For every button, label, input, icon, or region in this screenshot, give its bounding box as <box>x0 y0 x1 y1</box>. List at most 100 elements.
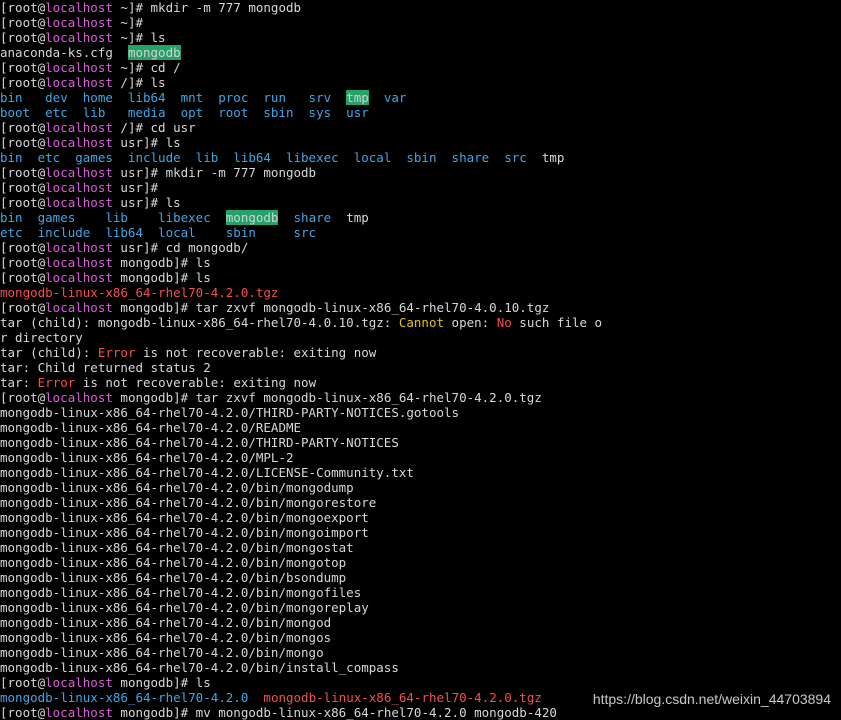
terminal-text: usr]# ls <box>112 195 181 210</box>
hostname-text: localhost <box>45 255 113 270</box>
terminal-line: [root@localhost ~]# <box>0 15 841 30</box>
terminal-line: [root@localhost usr]# <box>0 180 841 195</box>
hostname-text: localhost <box>45 15 113 30</box>
terminal-text: mongodb]# tar zxvf mongodb-linux-x86_64-… <box>112 300 550 315</box>
terminal-text: tar (child): mongodb-linux-x86_64-rhel70… <box>0 315 399 330</box>
terminal-line: tar: Error is not recoverable: exiting n… <box>0 375 841 390</box>
terminal-text: usr]# <box>112 180 159 195</box>
terminal-text: mongodb-linux-x86_64-rhel70-4.2.0/THIRD-… <box>0 405 460 420</box>
terminal-text: usr]# ls <box>112 135 181 150</box>
terminal-text: anaconda-ks.cfg <box>0 45 128 60</box>
terminal-line: [root@localhost mongodb]# tar zxvf mongo… <box>0 300 841 315</box>
terminal-line: anaconda-ks.cfg mongodb <box>0 45 841 60</box>
terminal-text: [root@ <box>0 120 46 135</box>
terminal-line: boot etc lib media opt root sbin sys usr <box>0 105 841 120</box>
terminal-line: [root@localhost mongodb]# ls <box>0 675 841 690</box>
terminal-line: mongodb-linux-x86_64-rhel70-4.2.0/bin/in… <box>0 660 841 675</box>
terminal-text: mongodb]# ls <box>112 675 211 690</box>
terminal-line: [root@localhost usr]# ls <box>0 195 841 210</box>
terminal-line: etc include lib64 local sbin src <box>0 225 841 240</box>
terminal-text: r directory <box>0 330 83 345</box>
hostname-text: localhost <box>45 300 113 315</box>
terminal-text: mongodb-linux-x86_64-rhel70-4.2.0/bin/mo… <box>0 600 369 615</box>
terminal-text: tmp <box>541 150 565 165</box>
hostname-text: localhost <box>45 270 113 285</box>
terminal-text: mongodb-linux-x86_64-rhel70-4.2.0/bin/mo… <box>0 585 362 600</box>
directory-listing: mongodb-linux-x86_64-rhel70-4.2.0 <box>0 690 249 705</box>
terminal-text: mongodb-linux-x86_64-rhel70-4.2.0/bin/in… <box>0 660 399 675</box>
terminal-text: mongodb-linux-x86_64-rhel70-4.2.0/bin/mo… <box>0 510 369 525</box>
terminal-output[interactable]: [root@localhost ~]# mkdir -m 777 mongodb… <box>0 0 841 720</box>
terminal-text: [root@ <box>0 180 46 195</box>
hostname-text: localhost <box>45 390 113 405</box>
error-keyword: Error <box>37 375 76 390</box>
hostname-text: localhost <box>45 240 113 255</box>
terminal-text: mongodb-linux-x86_64-rhel70-4.2.0/bin/mo… <box>0 630 332 645</box>
error-keyword: Error <box>97 345 136 360</box>
hostname-text: localhost <box>45 30 113 45</box>
hostname-text: localhost <box>45 705 113 720</box>
terminal-line: [root@localhost /]# ls <box>0 75 841 90</box>
terminal-text: usr]# cd mongodb/ <box>112 240 249 255</box>
directory-listing: var <box>368 90 407 105</box>
terminal-text: tmp <box>346 210 369 225</box>
terminal-text: ~]# cd / <box>112 60 181 75</box>
terminal-line: mongodb-linux-x86_64-rhel70-4.2.0/THIRD-… <box>0 405 841 420</box>
terminal-text: mongodb-linux-x86_64-rhel70-4.2.0/bin/mo… <box>0 525 369 540</box>
terminal-text: [root@ <box>0 15 46 30</box>
terminal-line: bin dev home lib64 mnt proc run srv tmp … <box>0 90 841 105</box>
terminal-text: tar: Child returned status 2 <box>0 360 211 375</box>
terminal-text: usr]# mkdir -m 777 mongodb <box>112 165 317 180</box>
terminal-line: [root@localhost ~]# cd / <box>0 60 841 75</box>
terminal-text: mongodb-linux-x86_64-rhel70-4.2.0/bin/mo… <box>0 555 347 570</box>
terminal-text: [root@ <box>0 135 46 150</box>
terminal-text: ~]# mkdir -m 777 mongodb <box>112 0 302 15</box>
directory-listing: bin etc games include lib lib64 libexec … <box>0 150 542 165</box>
highlighted-entry: mongodb <box>127 45 181 60</box>
terminal-line: bin games lib libexec mongodb share tmp <box>0 210 841 225</box>
terminal-line: mongodb-linux-x86_64-rhel70-4.2.0/THIRD-… <box>0 435 841 450</box>
terminal-line: mongodb-linux-x86_64-rhel70-4.2.0/bin/mo… <box>0 540 841 555</box>
terminal-text: mongodb]# ls <box>112 255 211 270</box>
terminal-line: tar: Child returned status 2 <box>0 360 841 375</box>
terminal-line: r directory <box>0 330 841 345</box>
terminal-line: tar (child): mongodb-linux-x86_64-rhel70… <box>0 315 841 330</box>
terminal-text: mongodb-linux-x86_64-rhel70-4.2.0/THIRD-… <box>0 435 399 450</box>
terminal-line: mongodb-linux-x86_64-rhel70-4.2.0/bin/bs… <box>0 570 841 585</box>
highlighted-entry: tmp <box>346 90 369 105</box>
directory-listing: boot etc lib media opt root sbin sys usr <box>0 105 369 120</box>
terminal-line: bin etc games include lib lib64 libexec … <box>0 150 841 165</box>
terminal-line: [root@localhost /]# cd usr <box>0 120 841 135</box>
terminal-text: mongodb]# tar zxvf mongodb-linux-x86_64-… <box>112 390 542 405</box>
terminal-line: mongodb-linux-x86_64-rhel70-4.2.0/bin/mo… <box>0 480 841 495</box>
terminal-line: [root@localhost ~]# mkdir -m 777 mongodb <box>0 0 841 15</box>
hostname-text: localhost <box>45 0 113 15</box>
terminal-text: tar: <box>0 375 38 390</box>
terminal-text: [root@ <box>0 60 46 75</box>
directory-listing: etc include lib64 local sbin src <box>0 225 317 240</box>
terminal-line: [root@localhost usr]# cd mongodb/ <box>0 240 841 255</box>
terminal-text: mongodb-linux-x86_64-rhel70-4.2.0/bin/mo… <box>0 495 377 510</box>
terminal-text: /]# ls <box>112 75 166 90</box>
terminal-text: ~]# <box>112 15 143 30</box>
terminal-text: [root@ <box>0 75 46 90</box>
terminal-line: [root@localhost mongodb]# mv mongodb-lin… <box>0 705 841 720</box>
terminal-text: tar (child): <box>0 345 98 360</box>
terminal-line: mongodb-linux-x86_64-rhel70-4.2.0/bin/mo… <box>0 510 841 525</box>
terminal-line: mongodb-linux-x86_64-rhel70-4.2.0/bin/mo… <box>0 585 841 600</box>
terminal-line: mongodb-linux-x86_64-rhel70-4.2.0/bin/mo… <box>0 600 841 615</box>
terminal-text: ~]# ls <box>112 30 166 45</box>
terminal-text: mongodb]# mv mongodb-linux-x86_64-rhel70… <box>112 705 557 720</box>
terminal-line: [root@localhost mongodb]# ls <box>0 255 841 270</box>
error-keyword: Cannot <box>398 315 445 330</box>
terminal-text: mongodb-linux-x86_64-rhel70-4.2.0/bin/mo… <box>0 645 324 660</box>
terminal-text: is not recoverable: exiting now <box>135 345 377 360</box>
terminal-text: [root@ <box>0 255 46 270</box>
terminal-text: mongodb-linux-x86_64-rhel70-4.2.0/LICENS… <box>0 465 414 480</box>
terminal-text: [root@ <box>0 240 46 255</box>
terminal-line: [root@localhost mongodb]# ls <box>0 270 841 285</box>
terminal-line: mongodb-linux-x86_64-rhel70-4.2.0/bin/mo… <box>0 555 841 570</box>
terminal-text: [root@ <box>0 705 46 720</box>
terminal-line: mongodb-linux-x86_64-rhel70-4.2.0/bin/mo… <box>0 615 841 630</box>
